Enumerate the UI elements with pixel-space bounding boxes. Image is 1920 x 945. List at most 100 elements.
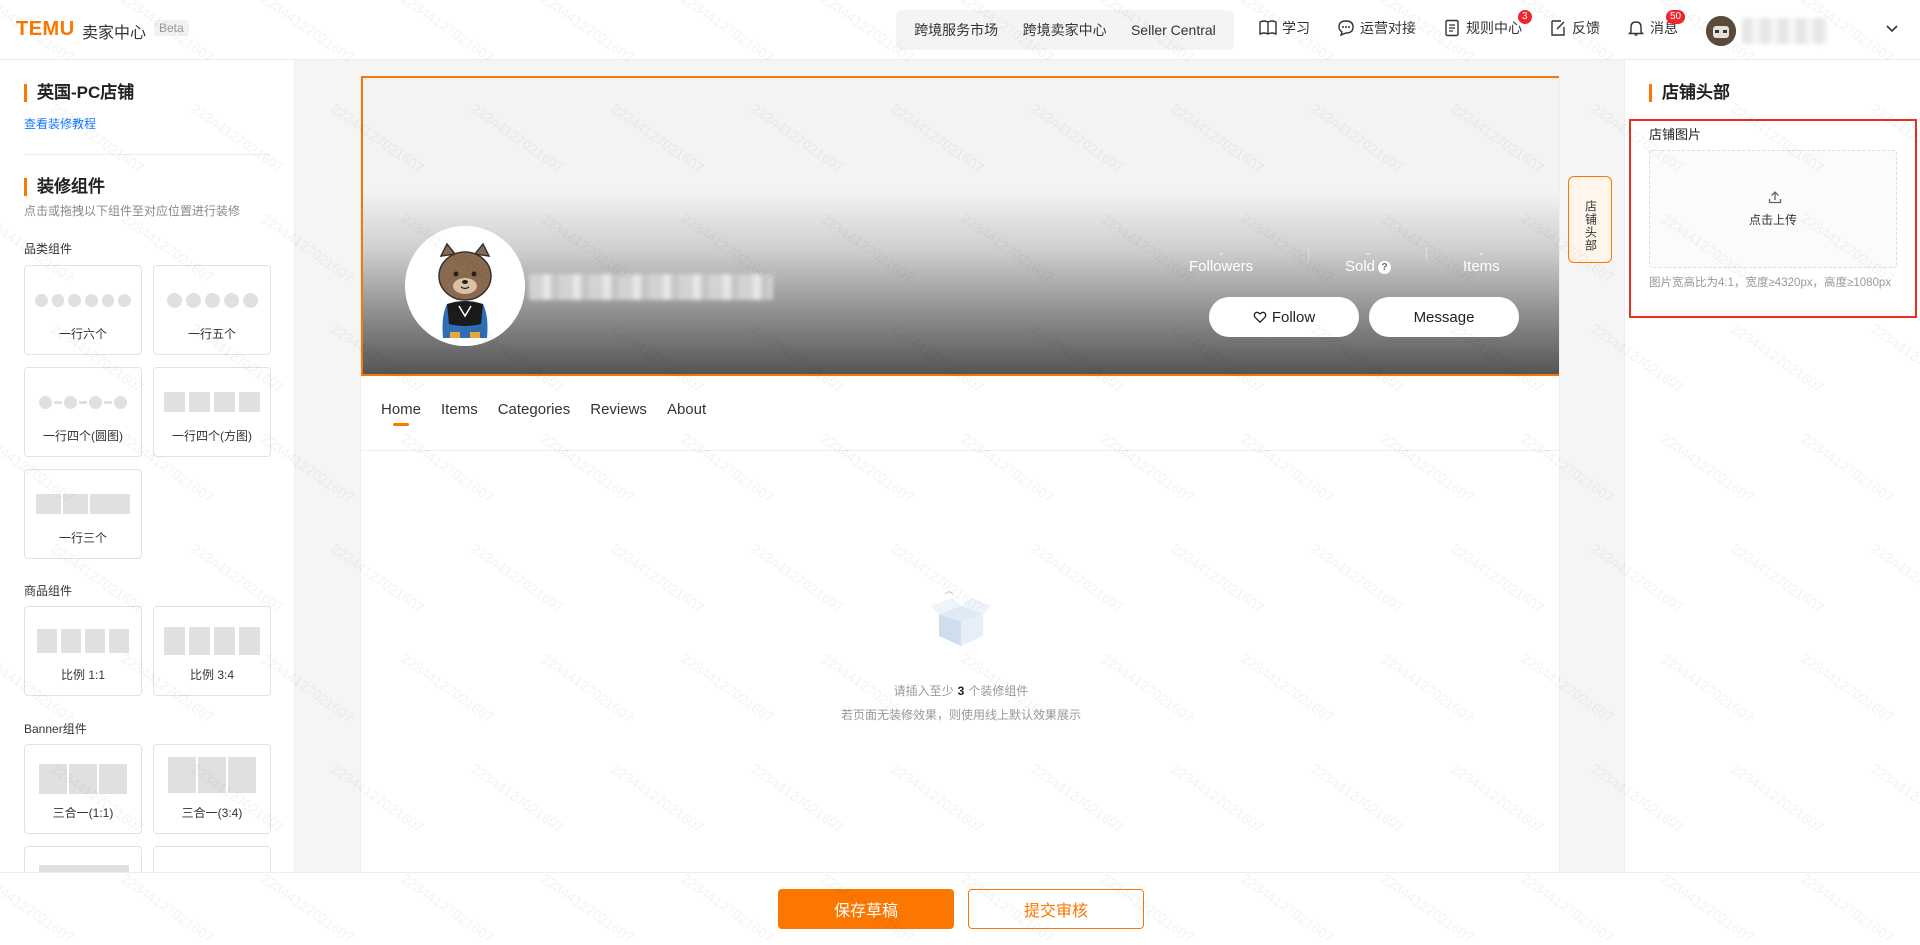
tab-items[interactable]: Items: [441, 401, 478, 426]
bear-mascot-icon: [405, 226, 525, 346]
upload-label: 点击上传: [1748, 213, 1797, 227]
message-button[interactable]: Message: [1369, 297, 1519, 337]
row-six-label: 一行六个: [58, 327, 107, 341]
shop-header-banner[interactable]: - Followers - Sold? - Items Follow Messa…: [361, 76, 1559, 376]
stat-items: - Items: [1463, 246, 1500, 275]
row-three-label: 一行三个: [58, 531, 107, 545]
right-settings-panel: 店铺头部 店铺图片 点击上传 图片宽高比为4:1，宽度≥4320px，高度≥10…: [1624, 60, 1920, 872]
chat-icon: [1338, 20, 1354, 37]
component-banner-1-1[interactable]: 三合一(1:1): [24, 744, 142, 834]
nav-feedback[interactable]: 反馈: [1548, 18, 1600, 38]
empty-state-subtext: 若页面无装修效果，则使用线上默认效果展示: [840, 708, 1081, 722]
preview-canvas: - Followers - Sold? - Items Follow Messa…: [360, 76, 1560, 872]
submit-review-button[interactable]: 提交审核: [968, 889, 1144, 929]
group-product-label: 商品组件: [24, 584, 73, 598]
component-row-five[interactable]: 一行五个: [153, 265, 271, 355]
component-row-four-round[interactable]: 一行四个(圆图): [24, 367, 142, 457]
banner-3-4-thumb: [164, 757, 260, 793]
followers-value: -: [1219, 246, 1224, 260]
shop-image-label: 店铺图片: [1649, 127, 1702, 142]
link-service-market[interactable]: 跨境服务市场: [914, 20, 998, 40]
top-links-group: 跨境服务市场 跨境卖家中心 Seller Central: [896, 10, 1234, 50]
user-avatar[interactable]: [1706, 16, 1736, 46]
nav-rules[interactable]: 规则中心 3: [1442, 10, 1532, 38]
avatar-image-icon: [1706, 16, 1736, 46]
image-requirements-note: 图片宽高比为4:1，宽度≥4320px，高度≥1080px: [1649, 277, 1892, 289]
ratio-3-4-thumb: [164, 627, 260, 655]
items-value: -: [1479, 246, 1484, 260]
nav-learn[interactable]: 学习: [1258, 18, 1310, 38]
link-seller-central[interactable]: Seller Central: [1131, 22, 1216, 38]
nav-learn-label: 学习: [1282, 20, 1310, 36]
image-upload-area[interactable]: 点击上传: [1649, 150, 1897, 268]
nav-rules-label: 规则中心: [1466, 20, 1522, 36]
ratio-1-1-thumb: [35, 629, 131, 653]
left-sidebar: 英国-PC店铺 查看装修教程 装修组件 点击或拖拽以下组件至对应位置进行装修 品…: [0, 60, 295, 872]
components-title: 装修组件: [24, 178, 105, 196]
banner-1-1-label: 三合一(1:1): [52, 806, 114, 820]
stat-divider: [1426, 246, 1427, 260]
component-ratio-3-4[interactable]: 比例 3:4: [153, 606, 271, 696]
temu-logo[interactable]: TEMU: [16, 18, 75, 41]
link-cross-border-seller[interactable]: 跨境卖家中心: [1023, 20, 1107, 40]
components-hint: 点击或拖拽以下组件至对应位置进行装修: [24, 204, 241, 218]
followers-label: Followers: [1189, 258, 1254, 275]
beta-badge: Beta: [154, 20, 189, 36]
seller-center-title: 卖家中心: [82, 25, 147, 42]
stat-divider: [1308, 246, 1309, 260]
messages-badge: 50: [1666, 10, 1686, 24]
save-draft-button[interactable]: 保存草稿: [778, 889, 954, 929]
sold-value: -: [1366, 246, 1371, 260]
tutorial-link[interactable]: 查看装修教程: [24, 115, 96, 132]
tab-home[interactable]: Home: [381, 401, 421, 426]
stat-sold: - Sold?: [1345, 246, 1392, 275]
component-more-1[interactable]: [24, 846, 142, 872]
component-row-four-square[interactable]: 一行四个(方图): [153, 367, 271, 457]
shop-name-blurred: [529, 274, 773, 300]
group-category-label: 品类组件: [24, 242, 73, 256]
user-name-blurred: [1742, 18, 1828, 44]
row-five-label: 一行五个: [187, 327, 236, 341]
follow-button[interactable]: Follow: [1209, 297, 1359, 337]
chevron-down-icon[interactable]: [1884, 20, 1900, 36]
component-row-three[interactable]: 一行三个: [24, 469, 142, 559]
empty-pre: 请插入至少: [893, 684, 954, 698]
more-1-thumb: [39, 865, 129, 872]
nav-operations-label: 运营对接: [1360, 20, 1416, 36]
row-four-round-thumb: [35, 390, 131, 414]
shop-avatar[interactable]: [405, 226, 525, 346]
section-tag-shop-header[interactable]: 店铺头部: [1568, 176, 1612, 263]
message-label: Message: [1413, 308, 1475, 326]
nav-operations[interactable]: 运营对接: [1336, 18, 1416, 38]
rules-badge: 3: [1518, 10, 1532, 24]
top-header: TEMU 卖家中心 Beta 跨境服务市场 跨境卖家中心 Seller Cent…: [0, 0, 1920, 60]
nav-feedback-label: 反馈: [1572, 20, 1600, 36]
empty-post: 个装修组件: [968, 684, 1029, 698]
sidebar-divider: [24, 154, 270, 155]
component-row-six[interactable]: 一行六个: [24, 265, 142, 355]
items-label: Items: [1463, 258, 1500, 275]
sold-label: Sold: [1345, 258, 1376, 275]
component-banner-3-4[interactable]: 三合一(3:4): [153, 744, 271, 834]
tab-reviews[interactable]: Reviews: [590, 401, 647, 426]
ratio-3-4-label: 比例 3:4: [189, 668, 235, 682]
tab-categories[interactable]: Categories: [498, 401, 571, 426]
tab-about[interactable]: About: [667, 401, 706, 426]
help-icon[interactable]: ?: [1378, 261, 1392, 274]
row-six-thumb: [34, 288, 132, 312]
edit-icon: [1551, 20, 1565, 36]
component-more-2[interactable]: [153, 846, 271, 872]
document-icon: [1445, 19, 1459, 37]
banner-1-1-thumb: [35, 764, 131, 794]
banner-3-4-label: 三合一(3:4): [181, 806, 243, 820]
component-ratio-1-1[interactable]: 比例 1:1: [24, 606, 142, 696]
group-banner-label: Banner组件: [24, 722, 87, 736]
row-three-thumb: [35, 492, 131, 516]
empty-box-icon: [931, 591, 991, 646]
ratio-1-1-label: 比例 1:1: [60, 668, 106, 682]
empty-min-count: 3: [957, 684, 965, 698]
upload-icon: [1768, 191, 1782, 204]
nav-messages[interactable]: 消息 50: [1626, 10, 1686, 38]
row-four-square-thumb: [164, 390, 260, 414]
heart-icon: [1253, 311, 1267, 324]
